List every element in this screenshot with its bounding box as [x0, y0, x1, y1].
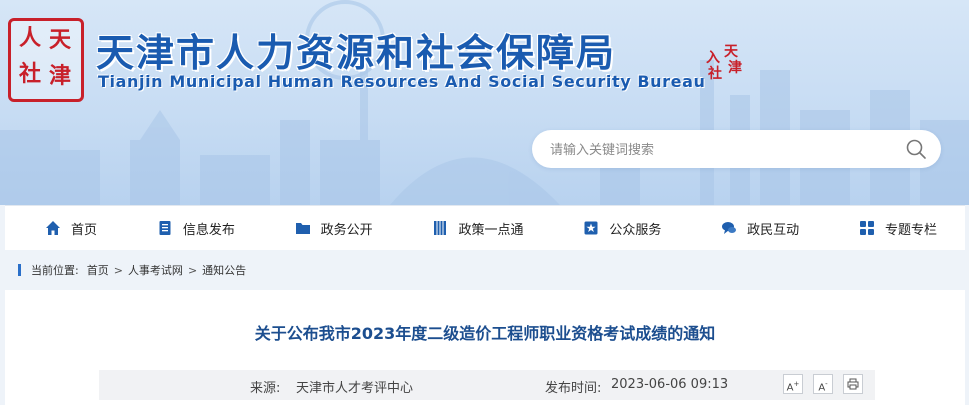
nav-item-home[interactable]: 首页 [45, 219, 97, 238]
search-box [532, 130, 941, 168]
seal-char: 津 [49, 63, 72, 89]
article-title: 关于公布我市2023年度二级造价工程师职业资格考试成绩的通知 [254, 324, 716, 343]
seal-char: 津 [728, 60, 742, 76]
nav-item-label: 信息发布 [182, 222, 235, 238]
font-increase-button[interactable]: A+ [783, 374, 803, 394]
bureau-seal-logo: 人 天 社 津 [8, 18, 84, 102]
seal-char: 人 [19, 25, 42, 51]
seal-char: 入 [706, 50, 720, 66]
font-decrease-button[interactable]: A- [813, 374, 833, 394]
nav-item-label: 政策一点通 [458, 222, 524, 238]
seal-char: 社 [708, 66, 722, 82]
publish-time-label: 发布时间: [545, 381, 602, 396]
header-banner: 人 天 社 津 天津市人力资源和社会保障局 Tianjin Municipal … [0, 0, 969, 205]
nav-item-gov-open[interactable]: 政务公开 [295, 219, 373, 238]
print-button[interactable] [843, 374, 863, 394]
nav-item-label: 政务公开 [320, 222, 373, 238]
source-label: 来源: [250, 381, 281, 396]
breadcrumb-separator: > [187, 263, 198, 277]
breadcrumb-link-home[interactable]: 首页 [87, 262, 109, 278]
site-title: 天津市人力资源和社会保障局 [96, 31, 617, 75]
document-icon [159, 221, 171, 235]
article-panel: 关于公布我市2023年度二级造价工程师职业资格考试成绩的通知 来源: 天津市人才… [5, 290, 965, 405]
star-badge-icon [584, 221, 598, 235]
grid-icon [859, 221, 874, 235]
seal-char: 社 [19, 61, 42, 87]
folder-icon [295, 223, 310, 234]
nav-item-label: 专题专栏 [884, 222, 937, 238]
search-input[interactable] [548, 138, 892, 162]
breadcrumb-marker [18, 264, 21, 276]
breadcrumb: 当前位置: 首页 > 人事考试网 > 通知公告 [18, 262, 246, 278]
seal-char: 天 [49, 27, 72, 53]
nav-item-info[interactable]: 信息发布 [157, 219, 235, 238]
chat-icon [722, 222, 737, 234]
book-icon [434, 221, 447, 235]
nav-item-public-service[interactable]: 公众服务 [583, 219, 661, 238]
nav-item-label: 政民互动 [747, 222, 800, 238]
print-icon [847, 378, 859, 390]
nav-item-label: 公众服务 [609, 222, 662, 238]
nav-item-interaction[interactable]: 政民互动 [721, 219, 799, 238]
seal-char: 天 [724, 44, 738, 60]
site-subtitle: Tianjin Municipal Human Resources And So… [98, 72, 706, 91]
nav-item-label: 首页 [71, 222, 98, 238]
breadcrumb-label: 当前位置: [31, 264, 79, 277]
nav-item-policy[interactable]: 政策一点通 [432, 219, 524, 238]
source-value: 天津市人才考评中心 [296, 381, 414, 396]
breadcrumb-separator: > [113, 263, 123, 277]
breadcrumb-link-notice[interactable]: 通知公告 [202, 262, 246, 278]
article-meta-bar: 来源: 天津市人才考评中心 发布时间: 2023-06-06 09:13 A+ … [99, 370, 875, 400]
nav-item-special[interactable]: 专题专栏 [859, 219, 937, 238]
publish-time-value: 2023-06-06 09:13 [611, 377, 729, 392]
search-icon[interactable] [905, 138, 927, 160]
breadcrumb-link-exam[interactable]: 人事考试网 [128, 262, 183, 278]
tianjin-seal-logo: 天 津 入 社 [702, 45, 750, 91]
main-nav: 首页 信息发布 政务公开 政策一点通 公众服务 政民互动 专题专栏 [5, 205, 965, 250]
home-icon [46, 221, 60, 235]
